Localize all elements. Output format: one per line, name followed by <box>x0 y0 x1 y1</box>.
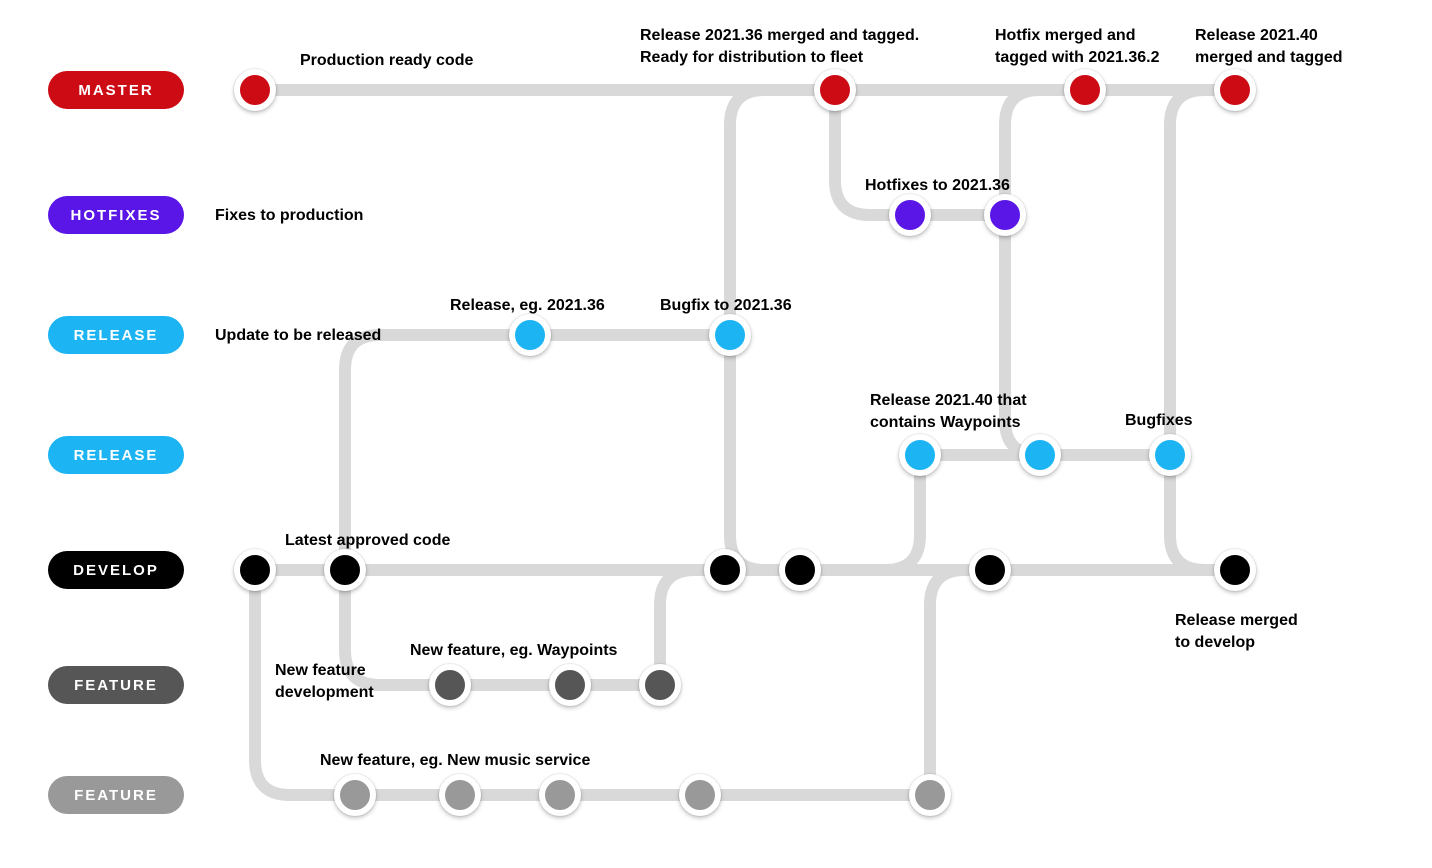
branch-description-hotfix: Fixes to production <box>215 205 363 227</box>
commit-label-r20: Release 2021.40 thatcontains Waypoints <box>870 390 1027 433</box>
commit-f21 <box>439 774 481 816</box>
commit-d0 <box>234 549 276 591</box>
commit-f20 <box>334 774 376 816</box>
commit-f12 <box>639 664 681 706</box>
branch-edge <box>1005 90 1085 215</box>
commit-m3 <box>1214 69 1256 111</box>
branch-description-release1: Update to be released <box>215 325 381 347</box>
commit-m0 <box>234 69 276 111</box>
commit-f11 <box>549 664 591 706</box>
branch-pill-feature2: FEATURE <box>48 776 184 814</box>
branch-description-feature1: New featuredevelopment <box>275 660 374 703</box>
branch-edge <box>730 335 800 570</box>
commit-label-f20: New feature, eg. New music service <box>320 750 590 772</box>
commit-d3 <box>779 549 821 591</box>
commit-label-m1: Release 2021.36 merged and tagged.Ready … <box>640 25 919 68</box>
commit-label-r11: Bugfix to 2021.36 <box>660 295 792 317</box>
commit-f24 <box>909 774 951 816</box>
commit-label-d1: Latest approved code <box>285 530 450 552</box>
branch-pill-hotfix: HOTFIXES <box>48 196 184 234</box>
commit-d5 <box>1214 549 1256 591</box>
commit-r11 <box>709 314 751 356</box>
commit-f10 <box>429 664 471 706</box>
commit-d2 <box>704 549 746 591</box>
branch-pill-develop: DEVELOP <box>48 551 184 589</box>
commit-label-h0: Hotfixes to 2021.36 <box>865 175 1010 197</box>
commit-h1 <box>984 194 1026 236</box>
branch-pill-master: MASTER <box>48 71 184 109</box>
commit-r10 <box>509 314 551 356</box>
branch-pill-release1: RELEASE <box>48 316 184 354</box>
branch-pill-release2: RELEASE <box>48 436 184 474</box>
commit-label-m3: Release 2021.40merged and tagged <box>1195 25 1343 68</box>
commit-r22 <box>1149 434 1191 476</box>
commit-label-m0: Production ready code <box>300 50 473 72</box>
commit-label-d5: Release mergedto develop <box>1175 610 1298 653</box>
branch-pill-feature1: FEATURE <box>48 666 184 704</box>
commit-d4 <box>969 549 1011 591</box>
commit-r21 <box>1019 434 1061 476</box>
commit-label-r22: Bugfixes <box>1125 410 1193 432</box>
commit-f23 <box>679 774 721 816</box>
commit-m2 <box>1064 69 1106 111</box>
commit-f22 <box>539 774 581 816</box>
commit-label-r10: Release, eg. 2021.36 <box>450 295 605 317</box>
commit-m1 <box>814 69 856 111</box>
branch-edge <box>800 455 920 570</box>
branch-edge <box>1170 90 1235 455</box>
commit-label-m2: Hotfix merged andtagged with 2021.36.2 <box>995 25 1160 68</box>
commit-r20 <box>899 434 941 476</box>
branch-edge <box>930 570 990 795</box>
commit-label-f10: New feature, eg. Waypoints <box>410 640 617 662</box>
commit-d1 <box>324 549 366 591</box>
commit-h0 <box>889 194 931 236</box>
